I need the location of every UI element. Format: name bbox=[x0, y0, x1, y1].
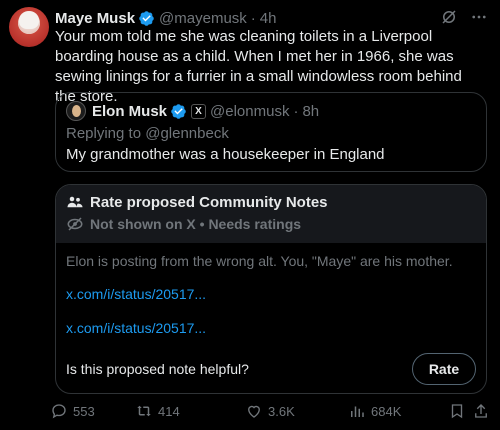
quoted-post-time: 8h bbox=[302, 102, 320, 120]
community-notes-title: Rate proposed Community Notes bbox=[66, 193, 328, 211]
action-bar: 553 414 3.6K 684K bbox=[50, 400, 490, 422]
more-options-icon[interactable] bbox=[470, 8, 488, 26]
repost-count: 414 bbox=[158, 403, 180, 419]
verified-badge-icon bbox=[171, 103, 186, 119]
bookmark-button[interactable] bbox=[448, 400, 466, 422]
reply-count: 553 bbox=[73, 403, 95, 419]
community-notes-header: Rate proposed Community Notes Not shown … bbox=[56, 185, 486, 243]
community-notes-panel: Rate proposed Community Notes Not shown … bbox=[55, 184, 487, 394]
author-name[interactable]: Maye Musk bbox=[55, 10, 135, 27]
people-icon bbox=[67, 196, 83, 208]
x-affiliate-badge: X bbox=[191, 103, 207, 119]
views-chart-icon bbox=[351, 406, 364, 417]
quoted-author-name[interactable]: Elon Musk bbox=[92, 103, 167, 120]
replying-to: Replying to @glennbeck bbox=[66, 125, 229, 142]
author-handle[interactable]: @mayemusk bbox=[159, 10, 247, 27]
rate-button[interactable]: Rate bbox=[412, 353, 476, 385]
post-time[interactable]: 4h bbox=[260, 10, 277, 27]
like-button[interactable]: 3.6K bbox=[245, 400, 295, 422]
community-notes-status-text: Not shown on X • Needs ratings bbox=[90, 216, 302, 232]
author-avatar[interactable] bbox=[9, 7, 49, 47]
grok-icon[interactable] bbox=[440, 8, 458, 26]
tweet-header: Maye Musk @mayemusk · 4h bbox=[55, 8, 488, 28]
views-count: 684K bbox=[371, 403, 402, 419]
repost-button[interactable]: 414 bbox=[135, 400, 180, 422]
verified-badge-icon bbox=[139, 10, 154, 26]
community-notes-title-text: Rate proposed Community Notes bbox=[90, 193, 328, 211]
like-count: 3.6K bbox=[268, 403, 295, 419]
reply-icon bbox=[52, 404, 66, 419]
eye-slash-icon bbox=[67, 217, 83, 231]
separator-dot: · bbox=[293, 102, 299, 120]
community-notes-status: Not shown on X • Needs ratings bbox=[66, 215, 301, 233]
share-icon bbox=[475, 404, 487, 418]
bookmark-icon bbox=[451, 404, 463, 419]
note-link[interactable]: x.com/i/status/20517... bbox=[66, 320, 206, 336]
share-button[interactable] bbox=[472, 400, 490, 422]
repost-icon bbox=[137, 405, 151, 417]
note-text: Elon is posting from the wrong alt. You,… bbox=[66, 253, 453, 269]
quoted-tweet-text: My grandmother was a housekeeper in Engl… bbox=[66, 146, 385, 163]
reply-button[interactable]: 553 bbox=[50, 400, 95, 422]
quoted-author-avatar[interactable] bbox=[66, 101, 86, 121]
quoted-tweet-header: Elon Musk X @elonmusk · 8h bbox=[66, 101, 319, 121]
separator-dot: · bbox=[250, 9, 256, 27]
views-button[interactable]: 684K bbox=[348, 400, 401, 422]
note-link[interactable]: x.com/i/status/20517... bbox=[66, 286, 206, 302]
helpful-question: Is this proposed note helpful? bbox=[66, 361, 249, 377]
quoted-tweet[interactable]: Elon Musk X @elonmusk · 8h Replying to @… bbox=[55, 92, 487, 172]
heart-icon bbox=[248, 405, 260, 418]
quoted-author-handle: @elonmusk bbox=[210, 102, 290, 120]
